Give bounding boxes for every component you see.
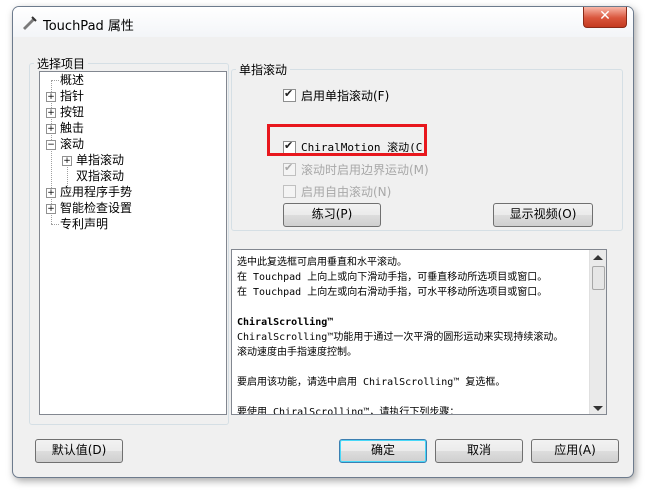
- description-heading: ChiralScrolling™: [237, 317, 334, 328]
- tree-item-tapping[interactable]: 触击: [60, 120, 84, 136]
- tree-line: [51, 80, 59, 81]
- defaults-button[interactable]: 默认值(D): [35, 439, 123, 463]
- tree-item-label: 专利声明: [60, 217, 109, 231]
- collapse-minus-icon[interactable]: −: [46, 140, 56, 150]
- tree-item-label: 单指滚动: [76, 153, 125, 167]
- tree-item-overview[interactable]: 概述: [60, 72, 84, 88]
- practice-button[interactable]: 练习(P): [283, 203, 381, 227]
- description-box[interactable]: 选中此复选框可启用垂直和水平滚动。 在 Touchpad 上向上或向下滑动手指，…: [231, 249, 607, 415]
- tree-item-label: 按钮: [60, 105, 85, 119]
- tree-item-label: 概述: [60, 73, 85, 87]
- tree-item-pointer[interactable]: 指针: [60, 88, 84, 104]
- tree-item-patents[interactable]: 专利声明: [60, 216, 108, 232]
- description-line: 要启用该功能，请选中启用 ChiralScrolling™ 复选框。: [237, 377, 506, 388]
- description-line: 选中此复选框可启用垂直和水平滚动。: [237, 257, 407, 268]
- select-items-legend: 选择项目: [37, 57, 86, 71]
- tree-item-buttons[interactable]: 按钮: [60, 104, 84, 120]
- tree-item-label: 指针: [60, 89, 85, 103]
- dialog-client-area: 选择项目 概述 + 指针 + 按钮 + 触击 − 滚动 + 单指滚动 双指滚动 …: [19, 37, 625, 469]
- scroll-up-icon[interactable]: [593, 255, 603, 260]
- description-line: [237, 360, 587, 375]
- tree-item-two-finger-scroll[interactable]: 双指滚动: [76, 168, 124, 184]
- close-button[interactable]: ✕: [583, 7, 627, 28]
- tree-item-app-gestures[interactable]: 应用程序手势: [60, 184, 132, 200]
- expand-plus-icon[interactable]: +: [46, 108, 56, 118]
- tree-item-single-finger-scroll[interactable]: 单指滚动: [76, 152, 124, 168]
- expand-plus-icon[interactable]: +: [46, 124, 56, 134]
- highlight-box: [267, 124, 427, 156]
- scroll-down-icon[interactable]: [593, 406, 603, 411]
- tree-item-label: 滚动: [60, 137, 85, 151]
- single-scroll-legend: 单指滚动: [239, 63, 288, 77]
- free-scroll-checkbox[interactable]: [283, 185, 296, 198]
- touchpad-properties-window: TouchPad 属性 ✕ 选择项目 概述 + 指针 + 按钮 + 触击 − 滚…: [12, 6, 634, 478]
- edge-motion-checkbox[interactable]: [283, 161, 296, 176]
- touchpad-app-icon: [23, 16, 37, 30]
- title-bar[interactable]: TouchPad 属性 ✕: [13, 7, 633, 37]
- expand-plus-icon[interactable]: +: [46, 188, 56, 198]
- apply-button[interactable]: 应用(A): [531, 439, 619, 463]
- close-icon: ✕: [599, 8, 611, 24]
- free-scroll-label[interactable]: 启用自由滚动(N): [301, 183, 391, 200]
- description-line: ChiralScrolling™功能用于通过一次平滑的圆形运动来实现持续滚动。: [237, 332, 564, 343]
- ok-button[interactable]: 确定: [339, 439, 427, 463]
- enable-single-scroll-checkbox[interactable]: [283, 87, 296, 102]
- description-scrollbar[interactable]: [589, 250, 606, 414]
- show-video-button[interactable]: 显示视频(O): [493, 203, 593, 227]
- enable-single-scroll-label[interactable]: 启用单指滚动(F): [301, 87, 389, 104]
- description-line: [237, 300, 587, 315]
- window-title: TouchPad 属性: [43, 19, 134, 34]
- expand-plus-icon[interactable]: +: [46, 204, 56, 214]
- description-line: [237, 390, 587, 405]
- scroll-thumb[interactable]: [592, 266, 605, 290]
- expand-plus-icon[interactable]: +: [62, 156, 72, 166]
- description-line: 在 Touchpad 上向左或向右滑动手指，可水平移动所选项目或窗口。: [237, 287, 548, 298]
- description-text: 选中此复选框可启用垂直和水平滚动。 在 Touchpad 上向上或向下滑动手指，…: [237, 255, 587, 415]
- description-line: 在 Touchpad 上向上或向下滑动手指，可垂直移动所选项目或窗口。: [237, 272, 548, 283]
- settings-tree[interactable]: 概述 + 指针 + 按钮 + 触击 − 滚动 + 单指滚动 双指滚动 + 应用程…: [39, 71, 227, 415]
- tree-item-smart-check[interactable]: 智能检查设置: [60, 200, 132, 216]
- tree-item-label: 双指滚动: [76, 169, 125, 183]
- expand-plus-icon[interactable]: +: [46, 92, 56, 102]
- description-line: 滚动速度由手指速度控制。: [237, 347, 357, 358]
- edge-motion-label[interactable]: 滚动时启用边界运动(M): [301, 161, 429, 178]
- tree-item-label: 应用程序手势: [60, 185, 133, 199]
- cancel-button[interactable]: 取消: [435, 439, 523, 463]
- tree-item-scrolling[interactable]: 滚动: [60, 136, 84, 152]
- description-line: 要使用 ChiralScrolling™，请执行下列步骤：: [237, 407, 460, 415]
- tree-item-label: 智能检查设置: [60, 201, 133, 215]
- tree-line: [51, 224, 59, 225]
- tree-item-label: 触击: [60, 121, 85, 135]
